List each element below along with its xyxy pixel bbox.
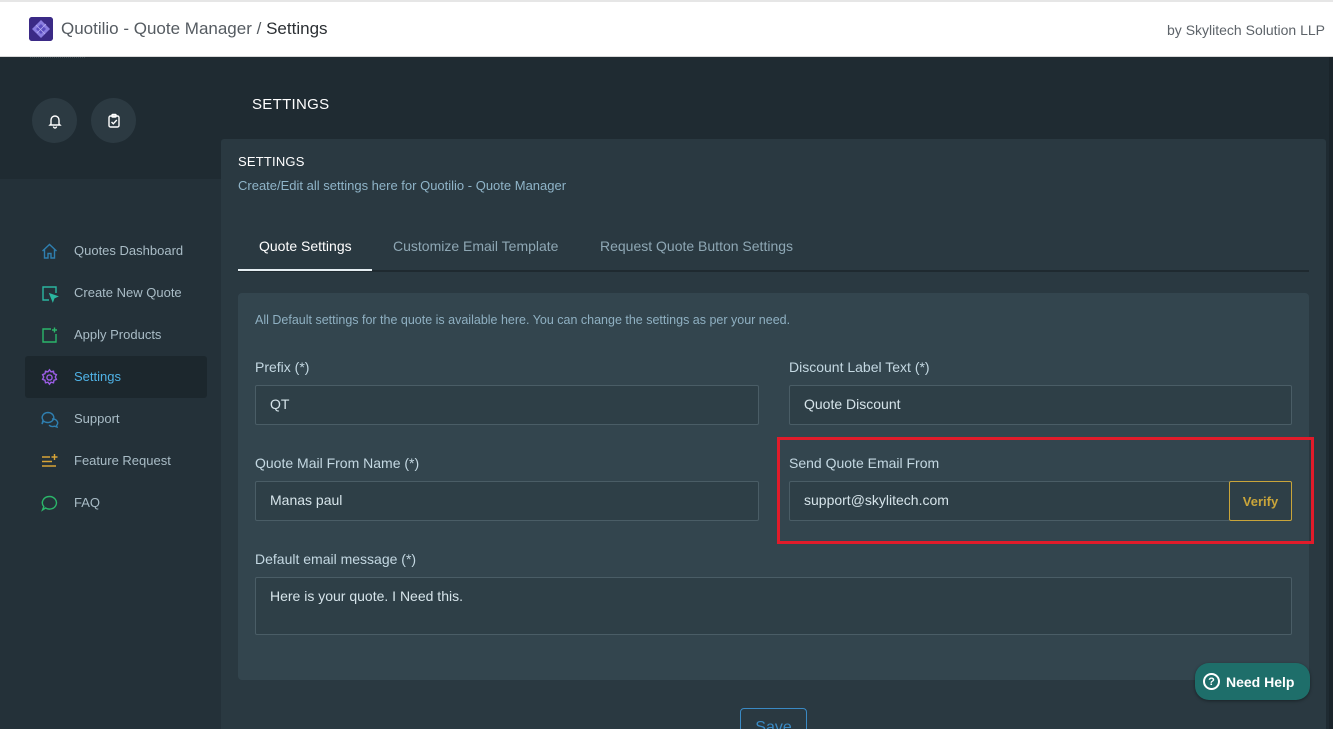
- tasks-button[interactable]: [91, 98, 136, 143]
- clipboard-check-icon: [107, 113, 120, 128]
- default-email-message-textarea[interactable]: Here is your quote. I Need this.: [255, 577, 1292, 635]
- tab-request-quote-button-settings[interactable]: Request Quote Button Settings: [600, 238, 793, 254]
- speech-bubble-icon: [41, 495, 58, 512]
- discount-label-text-input[interactable]: Quote Discount: [789, 385, 1292, 425]
- divider: [30, 57, 85, 60]
- gear-icon: [41, 368, 58, 386]
- app-topbar: Quotilio - Quote Manager / Settings by S…: [0, 0, 1333, 57]
- sidebar-item-create-new-quote[interactable]: Create New Quote: [25, 272, 207, 314]
- active-tab-indicator: [238, 269, 372, 271]
- vendor-byline: by Skylitech Solution LLP: [1167, 22, 1325, 38]
- page-title: SETTINGS: [252, 96, 330, 113]
- quotilio-logo-icon: [29, 17, 53, 41]
- sidebar-item-faq[interactable]: FAQ: [25, 482, 207, 524]
- settings-tabs: Quote Settings Customize Email Template …: [238, 228, 1309, 272]
- breadcrumb-current: Settings: [266, 19, 328, 38]
- sidebar-item-label: Feature Request: [74, 453, 171, 468]
- mail-from-name-label: Quote Mail From Name (*): [255, 455, 420, 471]
- sidebar-item-support[interactable]: Support: [25, 398, 207, 440]
- sidebar-item-quotes-dashboard[interactable]: Quotes Dashboard: [25, 230, 207, 272]
- sidebar: Quotes Dashboard Create New Quote Apply …: [0, 179, 221, 729]
- add-square-icon: [42, 327, 57, 343]
- notifications-button[interactable]: [32, 98, 77, 143]
- tab-customize-email-template[interactable]: Customize Email Template: [393, 238, 558, 254]
- default-email-message-label: Default email message (*): [255, 551, 417, 567]
- prefix-label: Prefix (*): [255, 359, 310, 375]
- sidebar-item-label: Support: [74, 411, 120, 426]
- need-help-label: Need Help: [1226, 673, 1295, 690]
- card-title: SETTINGS: [238, 154, 305, 169]
- settings-card: SETTINGS Create/Edit all settings here f…: [221, 139, 1326, 729]
- discount-label-text-label: Discount Label Text (*): [789, 359, 930, 375]
- tab-quote-settings[interactable]: Quote Settings: [259, 238, 352, 254]
- sidebar-item-feature-request[interactable]: Feature Request: [25, 440, 207, 482]
- mail-from-name-input[interactable]: Manas paul: [255, 481, 759, 521]
- breadcrumb-separator: /: [256, 19, 262, 38]
- app-name[interactable]: Quotilio - Quote Manager: [61, 19, 252, 38]
- prefix-input[interactable]: QT: [255, 385, 759, 425]
- question-circle-icon: ?: [1203, 673, 1220, 690]
- list-plus-icon: [42, 454, 58, 467]
- panel-description: All Default settings for the quote is av…: [255, 313, 791, 327]
- sidebar-item-apply-products[interactable]: Apply Products: [25, 314, 207, 356]
- sidebar-item-label: Quotes Dashboard: [74, 243, 184, 258]
- cursor-square-icon: [42, 286, 59, 303]
- bell-icon: [47, 114, 62, 129]
- save-button[interactable]: Save: [740, 708, 807, 729]
- card-subtitle: Create/Edit all settings here for Quotil…: [238, 178, 567, 193]
- chat-bubbles-icon: [41, 411, 59, 429]
- need-help-button[interactable]: ? Need Help: [1195, 663, 1310, 700]
- home-icon: [42, 243, 57, 259]
- highlight-annotation: [777, 437, 1314, 544]
- sidebar-item-settings[interactable]: Settings: [25, 356, 207, 398]
- breadcrumb: Quotilio - Quote Manager / Settings: [61, 19, 328, 39]
- sidebar-item-label: Apply Products: [74, 327, 162, 342]
- sidebar-item-label: Create New Quote: [74, 285, 182, 300]
- sidebar-item-label: FAQ: [74, 495, 101, 510]
- scrollbar-track[interactable]: [1329, 57, 1333, 729]
- sidebar-item-label: Settings: [74, 369, 121, 384]
